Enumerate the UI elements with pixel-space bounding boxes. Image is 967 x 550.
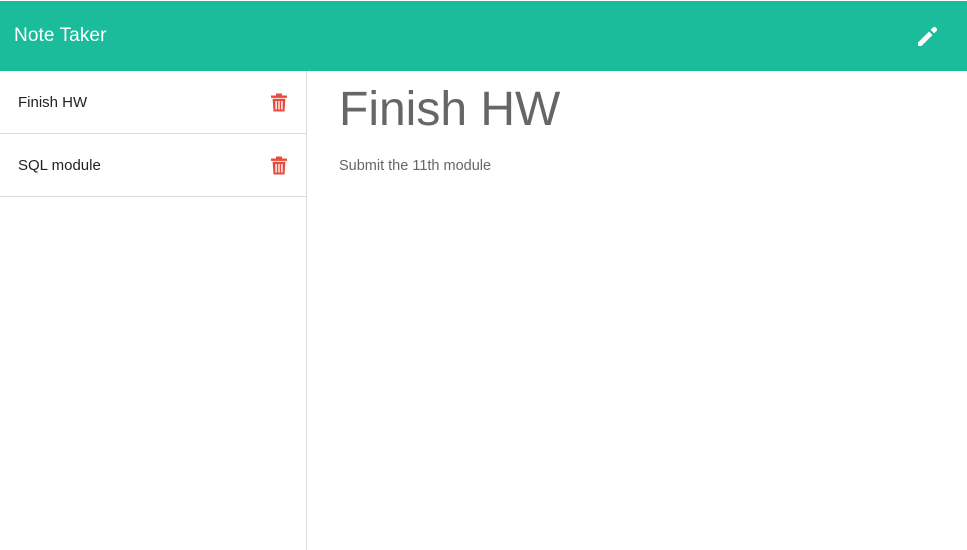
app-title[interactable]: Note Taker	[14, 25, 107, 47]
note-editor: Finish HW Submit the 11th module	[307, 71, 967, 550]
list-item[interactable]: SQL module	[0, 134, 306, 197]
note-list-title[interactable]: Finish HW	[18, 94, 87, 111]
navbar: Note Taker	[0, 1, 967, 71]
pencil-icon	[918, 26, 938, 46]
list-item[interactable]: Finish HW	[0, 71, 306, 134]
trash-icon	[271, 156, 287, 174]
note-text[interactable]: Submit the 11th module	[339, 158, 935, 174]
notes-sidebar: Finish HW SQL module	[0, 71, 307, 550]
new-note-button[interactable]	[913, 21, 943, 51]
delete-note-button[interactable]	[270, 92, 288, 112]
note-title[interactable]: Finish HW	[339, 82, 935, 138]
note-list-title[interactable]: SQL module	[18, 157, 101, 174]
delete-note-button[interactable]	[270, 155, 288, 175]
trash-icon	[271, 93, 287, 111]
